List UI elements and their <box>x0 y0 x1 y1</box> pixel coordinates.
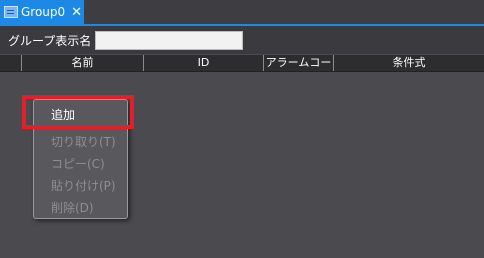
table-header: 名前 ID アラームコード 条件式 <box>0 55 484 85</box>
tab-group0[interactable]: Group0 ✕ <box>0 0 84 24</box>
menu-item-delete[interactable]: 削除(D) <box>34 197 127 219</box>
group-table-icon <box>4 6 18 18</box>
group-name-label: グループ表示名 <box>8 33 92 48</box>
column-header-select[interactable] <box>0 55 22 71</box>
close-icon[interactable]: ✕ <box>71 5 82 20</box>
column-header-alarm-code[interactable]: アラームコード <box>264 55 334 85</box>
tab-strip: Group0 ✕ <box>0 0 484 26</box>
column-header-name[interactable]: 名前 <box>22 55 144 71</box>
menu-item-cut[interactable]: 切り取り(T) <box>34 131 127 153</box>
highlight-annotation <box>22 95 134 129</box>
menu-item-paste[interactable]: 貼り付け(P) <box>34 175 127 197</box>
column-header-condition[interactable]: 条件式 <box>334 55 484 71</box>
tab-label: Group0 <box>21 5 66 19</box>
menu-item-copy[interactable]: コピー(C) <box>34 153 127 175</box>
column-header-id[interactable]: ID <box>144 55 264 71</box>
group-name-row: グループ表示名 <box>0 26 484 54</box>
group-name-input[interactable] <box>95 30 244 50</box>
